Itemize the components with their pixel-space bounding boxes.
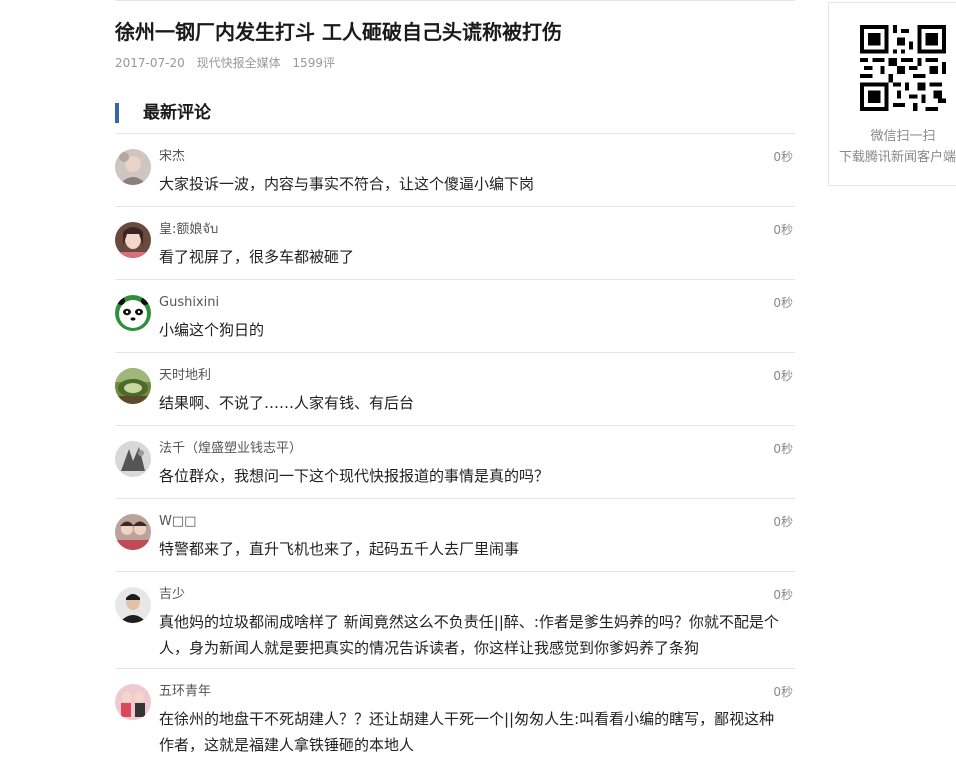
- comment-time: 0秒: [773, 442, 793, 456]
- qr-scan-text: 微信扫一扫: [870, 129, 936, 144]
- comment-username[interactable]: 五环青年: [159, 684, 211, 700]
- comment-item: 宋杰 0秒 大家投诉一波，内容与事实不符合，让这个傻逼小编下岗: [115, 133, 795, 206]
- comment-username[interactable]: 皇:额娘จับ: [159, 222, 218, 238]
- comment-time: 0秒: [773, 369, 793, 383]
- user-avatar[interactable]: [115, 441, 151, 477]
- panda-avatar[interactable]: [115, 295, 151, 331]
- comment-item: 法千（煌盛塑业钱志平） 0秒 各位群众，我想问一下这个现代快报报道的事情是真的吗…: [115, 425, 795, 498]
- comment-username[interactable]: 天时地利: [159, 368, 211, 384]
- comment-text: 小编这个狗日的: [159, 321, 265, 339]
- comment-username[interactable]: 吉少: [159, 587, 185, 603]
- user-avatar[interactable]: [115, 222, 151, 258]
- user-avatar[interactable]: [115, 587, 151, 623]
- comment-text: 各位群众，我想问一下这个现代快报报道的事情是真的吗？: [159, 467, 550, 485]
- comment-text: 看了视屏了，很多车都被砸了: [159, 248, 355, 266]
- comment-time: 0秒: [773, 685, 793, 699]
- comment-item: Gushixini 0秒 小编这个狗日的: [115, 279, 795, 352]
- user-avatar[interactable]: [115, 368, 151, 404]
- article-date: 2017-07-20: [115, 56, 185, 70]
- comment-username[interactable]: 法千（煌盛塑业钱志平）: [159, 441, 302, 457]
- user-avatar[interactable]: [115, 684, 151, 720]
- comment-time: 0秒: [773, 223, 793, 237]
- comment-item: W□□ 0秒 特警都来了，直升飞机也来了，起码五千人去厂里闹事: [115, 498, 795, 571]
- top-divider: [115, 0, 795, 1]
- section-title: 最新评论: [143, 103, 211, 123]
- section-accent-bar: [115, 103, 119, 123]
- user-avatar[interactable]: [115, 514, 151, 550]
- comment-username[interactable]: W□□: [159, 514, 196, 530]
- comment-text: 真他妈的垃圾都闹成啥样了 新闻竟然这么不负责任||醉、:作者是爹生妈养的吗？你就…: [159, 613, 779, 657]
- comment-item: 吉少 0秒 真他妈的垃圾都闹成啥样了 新闻竟然这么不负责任||醉、:作者是爹生妈…: [115, 571, 795, 668]
- qr-download-panel: 微信扫一扫 下载腾讯新闻客户端: [828, 2, 956, 186]
- qr-download-text: 下载腾讯新闻客户端: [839, 150, 956, 165]
- comment-text: 在徐州的地盘干不死胡建人？？还让胡建人干死一个||匆匆人生:叫看看小编的瞎写，鄙…: [159, 710, 775, 754]
- comment-text: 特警都来了，直升飞机也来了，起码五千人去厂里闹事: [159, 540, 520, 558]
- comment-list: 宋杰 0秒 大家投诉一波，内容与事实不符合，让这个傻逼小编下岗 皇:额娘จับ …: [115, 133, 795, 765]
- comment-item: 五环青年 0秒 在徐州的地盘干不死胡建人？？还让胡建人干死一个||匆匆人生:叫看…: [115, 668, 795, 765]
- comment-time: 0秒: [773, 150, 793, 164]
- article-meta: 2017-07-20 现代快报全媒体 1599评: [115, 55, 343, 71]
- comment-username[interactable]: 宋杰: [159, 149, 185, 165]
- article-source[interactable]: 现代快报全媒体: [197, 56, 281, 70]
- comment-text: 大家投诉一波，内容与事实不符合，让这个傻逼小编下岗: [159, 175, 535, 193]
- article-title[interactable]: 徐州一钢厂内发生打斗 工人砸破自己头谎称被打伤: [115, 18, 805, 46]
- comment-time: 0秒: [773, 515, 793, 529]
- comment-count[interactable]: 1599评: [292, 56, 335, 70]
- comment-time: 0秒: [773, 296, 793, 310]
- comment-text: 结果啊、不说了……人家有钱、有后台: [159, 394, 415, 412]
- comment-item: 天时地利 0秒 结果啊、不说了……人家有钱、有后台: [115, 352, 795, 425]
- comment-item: 皇:额娘จับ 0秒 看了视屏了，很多车都被砸了: [115, 206, 795, 279]
- comment-username[interactable]: Gushixini: [159, 295, 219, 311]
- user-avatar[interactable]: [115, 149, 151, 185]
- qr-code-icon[interactable]: [860, 25, 946, 111]
- comment-time: 0秒: [773, 588, 793, 602]
